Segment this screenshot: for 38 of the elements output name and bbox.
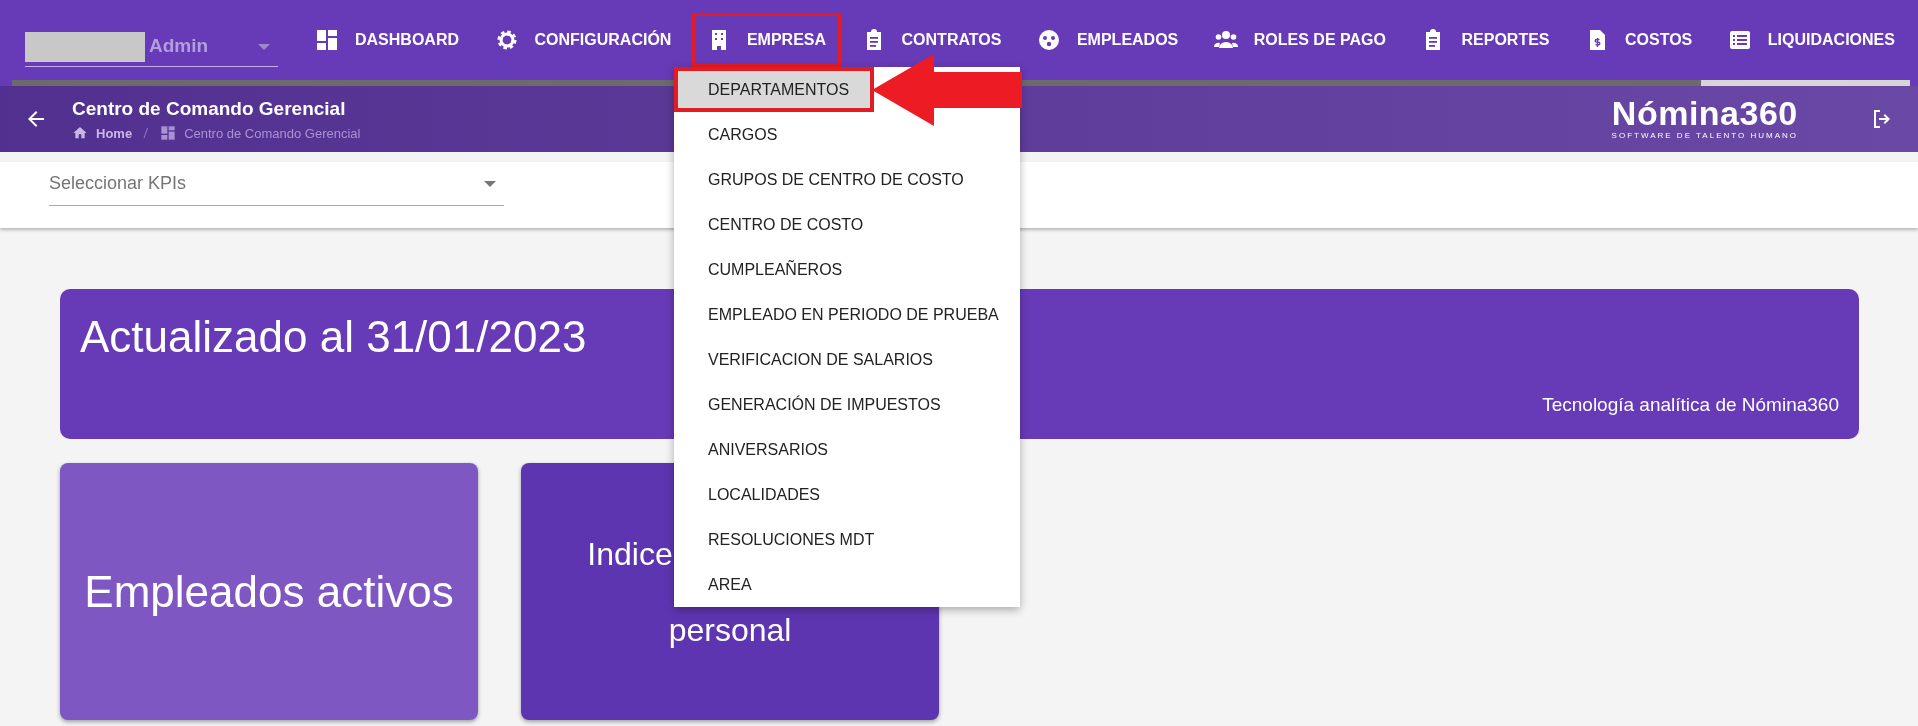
user-name: Admin <box>149 34 210 59</box>
caret-icon <box>484 180 496 187</box>
breadcrumb-current: Centro de Comando Gerencial <box>184 124 361 143</box>
nav-tab[interactable]: EMPRESA <box>691 13 842 67</box>
menu-item[interactable]: CENTRO DE COSTO <box>674 202 1020 247</box>
menu-item[interactable]: DEPARTAMENTOS <box>674 67 874 112</box>
menu-item[interactable]: GENERACIÓN DE IMPUESTOS <box>674 382 1020 427</box>
nav-tab[interactable]: CONFIGURACIÓN <box>479 13 687 67</box>
nav-tab[interactable]: LIQUIDACIONES <box>1712 13 1910 67</box>
menu-item[interactable]: VERIFICACION DE SALARIOS <box>674 337 1020 382</box>
nav-tab[interactable]: ROLES DE PAGO <box>1198 13 1401 67</box>
page-title: Centro de Comando Gerencial <box>72 97 347 121</box>
palette-icon <box>1036 28 1061 52</box>
menu-item[interactable]: GRUPOS DE CENTRO DE COSTO <box>674 157 1020 202</box>
menu-item[interactable]: AREA <box>674 562 1020 607</box>
nav-tab[interactable]: COSTOS <box>1570 13 1708 67</box>
dashboard-icon <box>160 125 177 142</box>
menu-item[interactable]: CUMPLEAÑEROS <box>674 247 1020 292</box>
logo-text: Nómina360 <box>1611 96 1798 130</box>
breadcrumb-link[interactable]: Home <box>96 123 133 143</box>
nav-tab[interactable]: REPORTES <box>1406 13 1565 67</box>
list-icon <box>1727 28 1752 52</box>
dashboard-icon <box>315 28 339 52</box>
nav-tab[interactable]: EMPLEADOS <box>1021 13 1194 67</box>
menu-item[interactable]: RESOLUCIONES MDT <box>674 517 1020 562</box>
card-title: personal <box>668 610 792 650</box>
menu-item[interactable]: CARGOS <box>674 112 1020 157</box>
menu-item[interactable]: ANIVERSARIOS <box>674 427 1020 472</box>
banner-title: Actualizado al 31/01/2023 <box>80 311 587 363</box>
logo-tagline: SOFTWARE DE TALENTO HUMANO <box>1611 130 1798 142</box>
card-title: Indice <box>587 534 673 574</box>
menu-item[interactable]: EMPLEADO EN PERIODO DE PRUEBA <box>674 292 1020 337</box>
kpi-select[interactable]: Seleccionar KPIs <box>49 170 484 197</box>
menu-item[interactable]: LOCALIDADES <box>674 472 1020 517</box>
card-title: Empleados activos <box>84 565 454 618</box>
nav-tab[interactable]: DASHBOARD <box>300 13 474 67</box>
caret-icon <box>258 43 270 50</box>
banner-footer: Tecnología analítica de Nómina360 <box>1542 390 1839 419</box>
